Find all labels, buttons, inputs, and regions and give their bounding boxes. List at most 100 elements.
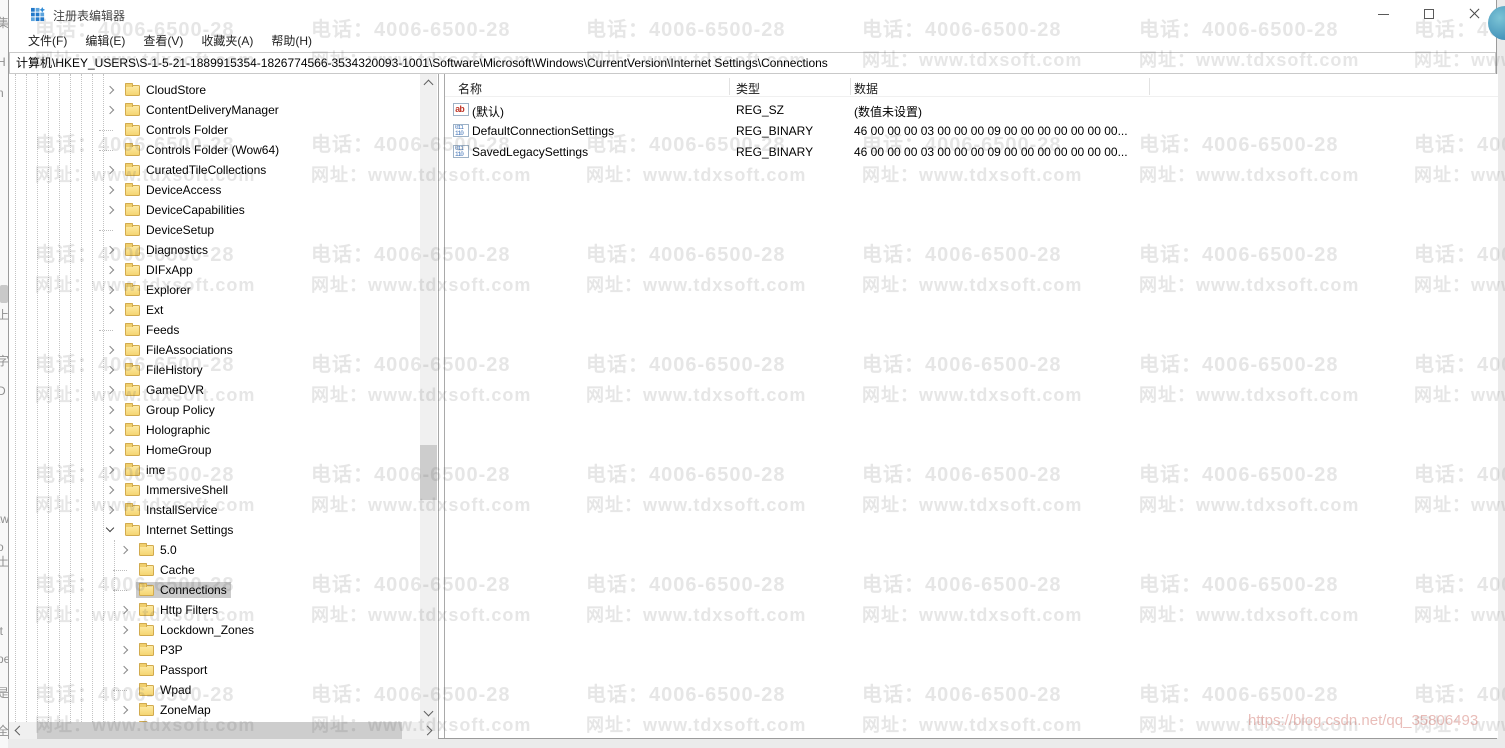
tree-row[interactable]: Connections bbox=[9, 580, 438, 600]
tree-row[interactable]: CloudStore bbox=[9, 80, 438, 100]
chevron-right-icon[interactable] bbox=[105, 504, 117, 516]
tree-item[interactable]: Feeds bbox=[122, 322, 183, 338]
column-separator[interactable] bbox=[729, 78, 730, 95]
chevron-right-icon[interactable] bbox=[105, 404, 117, 416]
tree-item[interactable]: ImmersiveShell bbox=[122, 482, 232, 498]
menu-item[interactable]: 编辑(E) bbox=[76, 29, 134, 52]
tree-row[interactable]: GameDVR bbox=[9, 380, 438, 400]
tree-row[interactable]: Lockdown_Zones bbox=[9, 620, 438, 640]
chevron-down-icon[interactable] bbox=[105, 524, 117, 536]
tree-row[interactable]: P3P bbox=[9, 640, 438, 660]
tree-row[interactable]: DeviceSetup bbox=[9, 220, 438, 240]
chevron-right-icon[interactable] bbox=[105, 184, 117, 196]
tree-row[interactable]: ImmersiveShell bbox=[9, 480, 438, 500]
menu-item[interactable]: 文件(F) bbox=[19, 29, 76, 52]
tree-item[interactable]: FileHistory bbox=[122, 362, 207, 378]
tree-item[interactable]: DeviceSetup bbox=[122, 222, 218, 238]
minimize-button[interactable] bbox=[1361, 0, 1406, 28]
tree-item[interactable]: ime bbox=[122, 462, 169, 478]
column-separator[interactable] bbox=[1149, 78, 1150, 95]
chevron-right-icon[interactable] bbox=[105, 84, 117, 96]
menu-item[interactable]: 查看(V) bbox=[134, 29, 192, 52]
chevron-right-icon[interactable] bbox=[105, 304, 117, 316]
tree-item[interactable]: Internet Settings bbox=[122, 522, 237, 538]
tree-item[interactable]: HomeGroup bbox=[122, 442, 215, 458]
tree-item[interactable]: GameDVR bbox=[122, 382, 208, 398]
chevron-right-icon[interactable] bbox=[119, 544, 131, 556]
table-row[interactable]: SavedLegacySettingsREG_BINARY46 00 00 00… bbox=[445, 142, 1498, 163]
tree-row[interactable]: Holographic bbox=[9, 420, 438, 440]
tree-row[interactable]: ime bbox=[9, 460, 438, 480]
registry-values-pane[interactable]: 名称 类型 数据 (默认)REG_SZ(数值未设置)DefaultConnect… bbox=[445, 74, 1498, 738]
chevron-right-icon[interactable] bbox=[105, 104, 117, 116]
tree-item[interactable]: Diagnostics bbox=[122, 242, 212, 258]
tree-row[interactable]: Internet Settings bbox=[9, 520, 438, 540]
column-header-name[interactable]: 名称 bbox=[458, 80, 482, 97]
tree-row[interactable]: FileHistory bbox=[9, 360, 438, 380]
tree-item[interactable]: ContentDeliveryManager bbox=[122, 102, 283, 118]
tree-row[interactable]: HomeGroup bbox=[9, 440, 438, 460]
tree-row[interactable]: Explorer bbox=[9, 280, 438, 300]
tree-item[interactable]: Passport bbox=[136, 662, 211, 678]
tree-row[interactable]: ZoneMap bbox=[9, 700, 438, 720]
tree-row[interactable]: CuratedTileCollections bbox=[9, 160, 438, 180]
chevron-right-icon[interactable] bbox=[105, 244, 117, 256]
tree-item[interactable]: CuratedTileCollections bbox=[122, 162, 270, 178]
table-row[interactable]: DefaultConnectionSettingsREG_BINARY46 00… bbox=[445, 121, 1498, 142]
menu-item[interactable]: 帮助(H) bbox=[262, 29, 321, 52]
address-bar-input[interactable]: 计算机\HKEY_USERS\S-1-5-21-1889915354-18267… bbox=[9, 52, 1496, 74]
chevron-right-icon[interactable] bbox=[105, 364, 117, 376]
tree-item[interactable]: Http Filters bbox=[136, 602, 222, 618]
chevron-right-icon[interactable] bbox=[119, 604, 131, 616]
tree-row[interactable]: Group Policy bbox=[9, 400, 438, 420]
tree-row[interactable]: Diagnostics bbox=[9, 240, 438, 260]
chevron-right-icon[interactable] bbox=[119, 624, 131, 636]
tree-row[interactable]: DeviceCapabilities bbox=[9, 200, 438, 220]
registry-tree-pane[interactable]: CloudStore ContentDeliveryManager Controls… bbox=[9, 74, 438, 722]
tree-item[interactable]: Wpad bbox=[136, 682, 195, 698]
tree-row[interactable]: ContentDeliveryManager bbox=[9, 100, 438, 120]
pane-splitter[interactable] bbox=[438, 74, 445, 738]
chevron-right-icon[interactable] bbox=[105, 264, 117, 276]
horizontal-scrollbar-thumb[interactable] bbox=[37, 722, 402, 739]
tree-vertical-scrollbar[interactable] bbox=[420, 74, 437, 722]
tree-item[interactable]: P3P bbox=[136, 642, 187, 658]
tree-item[interactable]: DeviceCapabilities bbox=[122, 202, 249, 218]
column-header-data[interactable]: 数据 bbox=[854, 80, 878, 97]
tree-item[interactable]: 5.0 bbox=[136, 542, 181, 558]
tree-item[interactable]: Lockdown_Zones bbox=[136, 622, 258, 638]
tree-item[interactable]: Explorer bbox=[122, 282, 195, 298]
tree-item[interactable]: Controls Folder bbox=[122, 122, 232, 138]
chevron-right-icon[interactable] bbox=[119, 644, 131, 656]
tree-row[interactable]: 5.0 bbox=[9, 540, 438, 560]
tree-item[interactable]: DIFxApp bbox=[122, 262, 197, 278]
chevron-right-icon[interactable] bbox=[105, 344, 117, 356]
tree-item[interactable]: DeviceAccess bbox=[122, 182, 225, 198]
chevron-right-icon[interactable] bbox=[105, 424, 117, 436]
chevron-right-icon[interactable] bbox=[105, 384, 117, 396]
tree-row[interactable]: Wpad bbox=[9, 680, 438, 700]
tree-row[interactable]: DIFxApp bbox=[9, 260, 438, 280]
vertical-scrollbar-thumb[interactable] bbox=[420, 445, 437, 500]
tree-row[interactable]: Controls Folder (Wow64) bbox=[9, 140, 438, 160]
table-row[interactable]: (默认)REG_SZ(数值未设置) bbox=[445, 100, 1498, 121]
tree-horizontal-scrollbar[interactable] bbox=[9, 722, 438, 739]
tree-row[interactable]: DeviceAccess bbox=[9, 180, 438, 200]
chevron-right-icon[interactable] bbox=[105, 284, 117, 296]
tree-row[interactable]: Controls Folder bbox=[9, 120, 438, 140]
maximize-button[interactable] bbox=[1406, 0, 1451, 28]
column-separator[interactable] bbox=[850, 78, 851, 95]
tree-item[interactable]: Group Policy bbox=[122, 402, 219, 418]
tree-item[interactable]: Cache bbox=[136, 562, 199, 578]
scroll-right-icon[interactable] bbox=[423, 726, 433, 736]
tree-row[interactable]: InstallService bbox=[9, 500, 438, 520]
tree-item[interactable]: FileAssociations bbox=[122, 342, 237, 358]
tree-item[interactable]: InstallService bbox=[122, 502, 221, 518]
chevron-right-icon[interactable] bbox=[105, 164, 117, 176]
scroll-left-icon[interactable] bbox=[15, 726, 25, 736]
column-header-type[interactable]: 类型 bbox=[736, 80, 760, 97]
chevron-right-icon[interactable] bbox=[105, 464, 117, 476]
tree-item[interactable]: Holographic bbox=[122, 422, 214, 438]
tree-item[interactable]: Ext bbox=[122, 302, 167, 318]
tree-row[interactable]: Ext bbox=[9, 300, 438, 320]
